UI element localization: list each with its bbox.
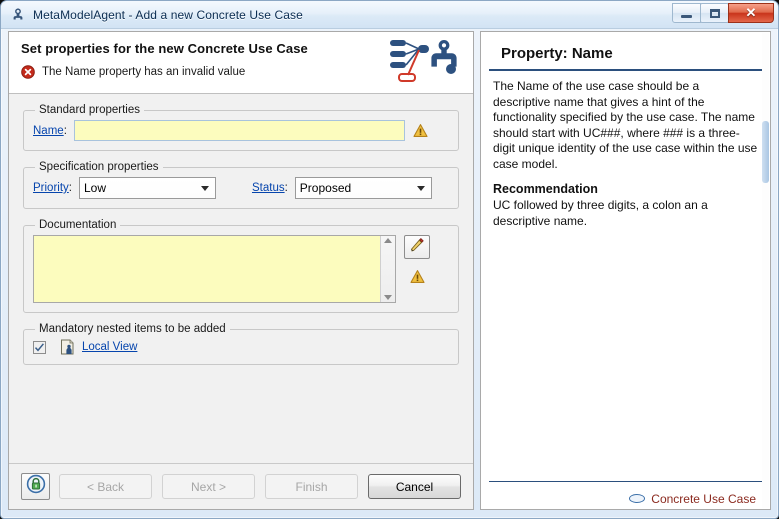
finish-button-label: Finish <box>295 479 328 494</box>
window-title: MetaModelAgent - Add a new Concrete Use … <box>33 7 303 22</box>
documentation-side-controls <box>404 235 430 284</box>
wizard-header: Set properties for the new Concrete Use … <box>9 32 473 94</box>
nested-items-group: Mandatory nested items to be added Local… <box>23 323 459 365</box>
documentation-row <box>33 235 449 303</box>
priority-label-link[interactable]: Priority <box>33 182 69 194</box>
name-input[interactable] <box>73 120 405 141</box>
close-button[interactable]: ✕ <box>728 3 774 23</box>
help-pane: Property: Name The Name of the use case … <box>480 31 771 510</box>
help-title: Property: Name <box>489 36 762 71</box>
window-controls: ✕ <box>672 3 774 23</box>
dialog-body: Set properties for the new Concrete Use … <box>8 31 771 510</box>
standard-properties-legend: Standard properties <box>39 104 141 116</box>
metamodelagent-icon <box>9 6 27 24</box>
next-button[interactable]: Next > <box>162 474 255 499</box>
specification-row: Priority: Low Status: Proposed <box>33 177 449 199</box>
maximize-button[interactable] <box>700 3 729 23</box>
name-label-colon: : <box>63 124 67 137</box>
minimize-icon <box>681 14 692 18</box>
minimize-button[interactable] <box>672 3 701 23</box>
lock-icon <box>26 474 46 499</box>
nested-item-row: Local View <box>33 339 449 355</box>
priority-label-colon: : <box>68 182 72 194</box>
local-view-document-icon <box>60 339 75 355</box>
back-button[interactable]: < Back <box>59 474 152 499</box>
help-paragraph: The Name of the use case should be a des… <box>493 79 758 171</box>
application-window: MetaModelAgent - Add a new Concrete Use … <box>0 0 779 519</box>
name-row: Name: <box>33 120 449 141</box>
wizard-button-bar: < Back Next > Finish Cancel <box>9 463 473 509</box>
form-area: Standard properties Name: Specification … <box>9 94 473 463</box>
name-label-link[interactable]: Name <box>33 125 64 137</box>
maximize-icon <box>709 8 720 18</box>
documentation-scrollbar[interactable] <box>380 236 395 302</box>
status-value: Proposed <box>299 181 352 195</box>
chevron-down-icon <box>416 185 425 191</box>
cancel-button-label: Cancel <box>395 479 434 494</box>
priority-select[interactable]: Low <box>78 177 216 199</box>
status-label-colon: : <box>284 182 288 194</box>
wizard-pane: Set properties for the new Concrete Use … <box>8 31 474 510</box>
priority-value: Low <box>83 181 106 195</box>
documentation-box <box>33 235 396 303</box>
help-scrollbar[interactable] <box>762 33 769 508</box>
next-button-label: Next > <box>190 479 226 494</box>
lock-button[interactable] <box>21 473 50 500</box>
finish-button[interactable]: Finish <box>265 474 358 499</box>
help-footer-label: Concrete Use Case <box>651 491 756 506</box>
documentation-textarea[interactable] <box>34 236 380 302</box>
cancel-button[interactable]: Cancel <box>368 474 461 499</box>
status-label-link[interactable]: Status <box>252 182 285 194</box>
chevron-down-icon <box>200 185 209 191</box>
documentation-legend: Documentation <box>39 219 117 231</box>
metamodel-diagram-logo <box>389 36 463 90</box>
specification-properties-legend: Specification properties <box>39 161 159 173</box>
local-view-link[interactable]: Local View <box>82 341 137 353</box>
help-scrollbar-thumb[interactable] <box>762 121 769 183</box>
scroll-down-arrow-icon[interactable] <box>384 295 392 300</box>
warning-triangle-icon <box>413 123 428 138</box>
help-footer: Concrete Use Case <box>489 481 762 509</box>
documentation-edit-button[interactable] <box>404 235 430 259</box>
title-bar: MetaModelAgent - Add a new Concrete Use … <box>1 1 778 29</box>
pencil-edit-icon <box>409 237 425 258</box>
nested-items-legend: Mandatory nested items to be added <box>39 323 226 335</box>
status-select[interactable]: Proposed <box>294 177 432 199</box>
help-body: The Name of the use case should be a des… <box>481 71 770 481</box>
specification-properties-group: Specification properties Priority: Low S… <box>23 161 459 209</box>
warning-triangle-icon <box>409 269 425 284</box>
standard-properties-group: Standard properties Name: <box>23 104 459 151</box>
documentation-group: Documentation <box>23 219 459 313</box>
error-text: The Name property has an invalid value <box>42 66 246 78</box>
nested-item-checkbox[interactable] <box>33 340 46 354</box>
back-button-label: < Back <box>86 479 125 494</box>
close-icon: ✕ <box>745 5 757 20</box>
error-circle-icon <box>21 65 35 79</box>
use-case-ellipse-icon <box>629 494 646 503</box>
scroll-up-arrow-icon[interactable] <box>384 238 392 243</box>
wizard-navigation-buttons: < Back Next > Finish Cancel <box>59 474 461 499</box>
help-recommendation-heading: Recommendation <box>493 182 598 196</box>
help-recommendation-text: UC followed by three digits, a colon an … <box>493 198 708 228</box>
